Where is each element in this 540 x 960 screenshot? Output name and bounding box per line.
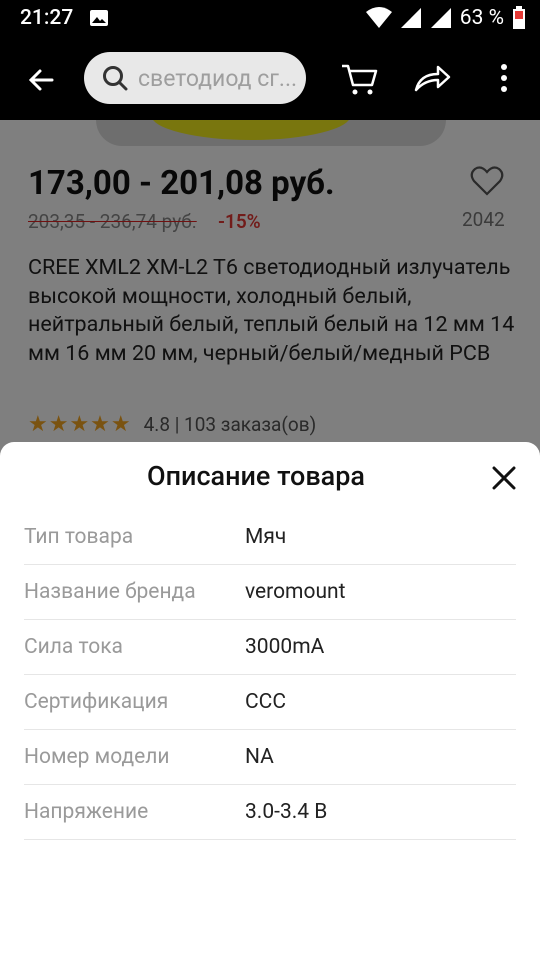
- sheet-title: Описание товара: [147, 460, 365, 492]
- spec-key: Сертификация: [24, 690, 169, 714]
- search-query: светодиод сг...: [138, 64, 298, 92]
- close-icon[interactable]: [486, 460, 522, 496]
- top-bar: светодиод сг...: [0, 36, 540, 120]
- spec-key: Тип товара: [24, 525, 134, 549]
- spec-value: NA: [245, 745, 274, 769]
- battery-percent: 63 %: [459, 6, 504, 30]
- spec-row: Тип товара Мяч: [24, 510, 516, 565]
- spec-value: CCC: [245, 690, 287, 714]
- signal-icon: [400, 8, 421, 28]
- spec-row: Сила тока 3000mA: [24, 620, 516, 675]
- spec-table: Тип товара Мяч Название бренда veromount…: [24, 510, 516, 840]
- spec-value: Мяч: [245, 525, 287, 549]
- cart-icon[interactable]: [340, 58, 380, 98]
- battery-icon: [513, 6, 525, 29]
- spec-key: Сила тока: [24, 635, 123, 659]
- more-icon[interactable]: [484, 58, 524, 98]
- status-bar: 21:27 63 %: [0, 0, 540, 36]
- status-time: 21:27: [20, 6, 74, 30]
- spec-key: Номер модели: [24, 745, 170, 769]
- spec-key: Напряжение: [24, 800, 149, 824]
- spec-value: veromount: [245, 580, 346, 604]
- spec-value: 3000mA: [245, 635, 325, 659]
- spec-row: Номер модели NA: [24, 730, 516, 785]
- spec-value: 3.0-3.4 В: [245, 800, 328, 824]
- image-icon: [90, 10, 109, 26]
- spec-row: Напряжение 3.0-3.4 В: [24, 785, 516, 840]
- back-arrow-icon[interactable]: [22, 60, 62, 100]
- signal-icon: [430, 8, 451, 28]
- spec-key: Название бренда: [24, 580, 196, 604]
- share-icon[interactable]: [412, 58, 452, 98]
- search-icon: [103, 66, 128, 91]
- wifi-icon: [365, 7, 392, 28]
- spec-row: Название бренда veromount: [24, 565, 516, 620]
- search-input[interactable]: светодиод сг...: [84, 52, 306, 104]
- product-description-sheet: Описание товара Тип товара Мяч Название …: [0, 442, 540, 960]
- spec-row: Сертификация CCC: [24, 675, 516, 730]
